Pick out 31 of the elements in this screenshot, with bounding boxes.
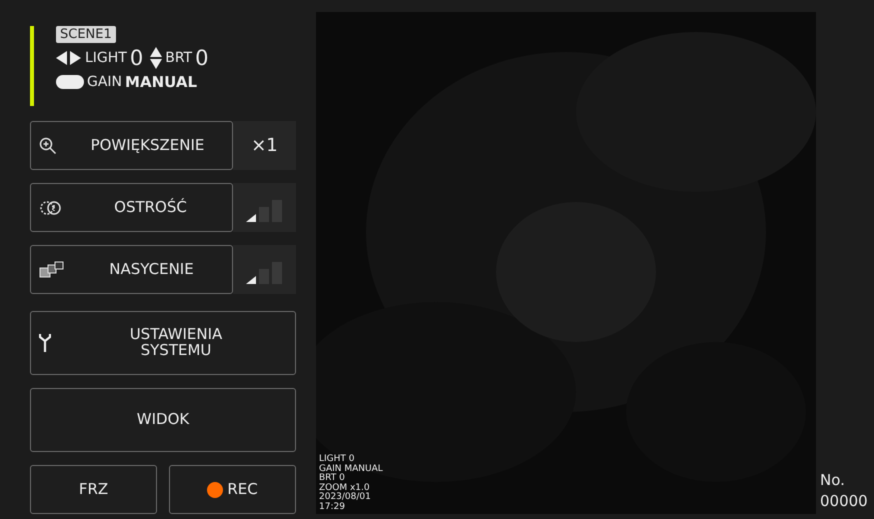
control-button[interactable]: NASYCENIE [30,245,233,294]
layers-icon [39,260,65,278]
scene-label: SCENE1 [56,26,116,43]
light-value: 0 [130,46,144,70]
zoom-value: ×1 [251,135,278,156]
system-settings-button[interactable]: USTAWIENIA SYSTEMU [30,311,296,375]
gain-label: GAIN [87,74,122,90]
focus-icon [39,200,63,216]
zoom-in-icon [39,136,57,154]
control-button[interactable]: POWIĘKSZENIE [30,121,233,170]
overlay-text: 17:29 [319,502,346,512]
record-button[interactable]: REC [169,465,296,514]
left-right-arrows-icon [56,51,82,65]
pill-icon [56,75,84,89]
brt-label: BRT [165,50,192,66]
overlay-text: LIGHT 0 [319,455,356,464]
counter-value: 00000 [820,491,868,512]
overlay-text: ZOOM x1.0 [319,484,371,492]
gain-value: MANUAL [125,73,198,91]
overlay-text: BRT 0 [319,474,346,483]
light-label: LIGHT [85,50,127,66]
overlay-text: GAIN MANUAL [319,464,383,474]
control-button[interactable]: OSTROŚĆ [30,183,233,232]
up-down-arrows-icon [150,47,162,69]
wrench-icon [39,333,51,353]
record-dot-icon [207,482,224,498]
counter-label: No. [820,470,846,491]
overlay-text: 2023/08/01 [319,493,372,502]
view-button[interactable]: WIDOK [30,388,296,452]
brt-value: 0 [195,46,208,70]
freeze-button[interactable]: FRZ [30,465,157,514]
